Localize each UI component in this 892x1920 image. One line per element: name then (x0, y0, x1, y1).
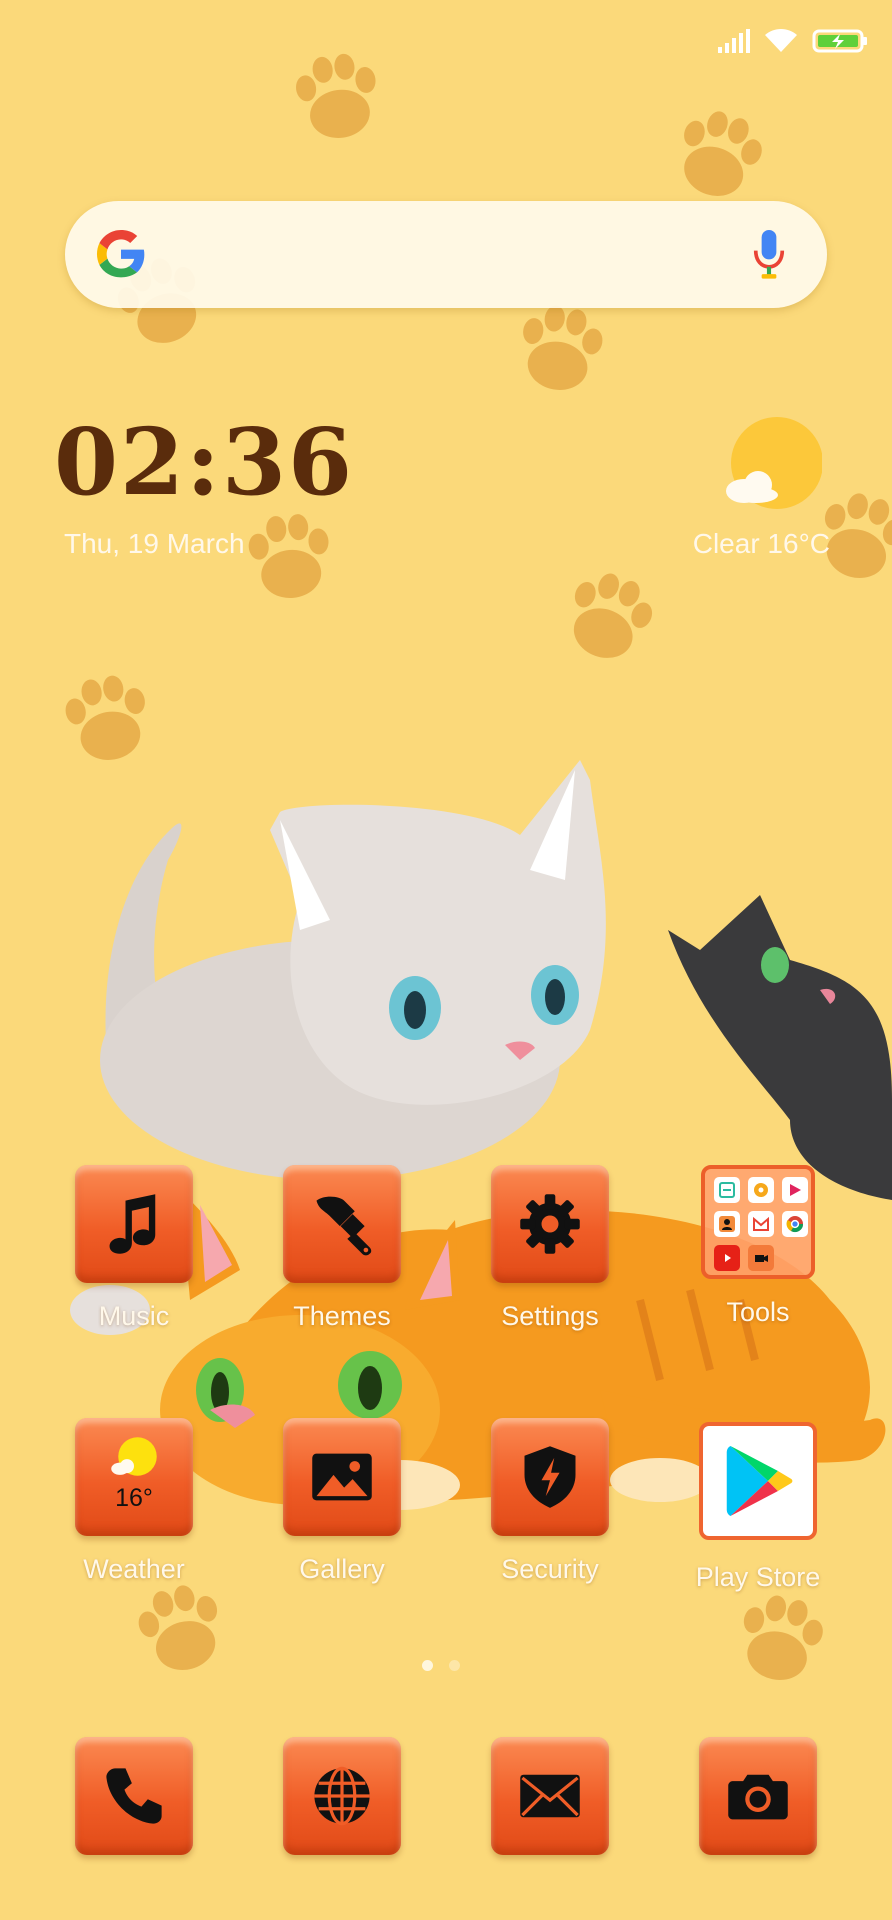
app-play-store[interactable]: Play Store (683, 1418, 833, 1593)
app-label: Themes (293, 1301, 391, 1331)
globe-icon (283, 1737, 401, 1855)
gmail-mini-icon (748, 1211, 774, 1237)
wifi-icon (765, 29, 797, 52)
dock-phone[interactable] (59, 1737, 209, 1855)
clock-date[interactable]: Thu, 19 March (64, 528, 245, 560)
app-label: Security (501, 1554, 599, 1584)
app-folder-tools[interactable]: Tools (683, 1165, 833, 1328)
app-label: Gallery (299, 1554, 385, 1584)
weather-icon: 16° (75, 1418, 193, 1536)
music-mini-icon (748, 1177, 774, 1203)
recorder-mini-icon (748, 1245, 774, 1271)
contacts-mini-icon (714, 1211, 740, 1237)
status-bar (718, 26, 868, 56)
dock-mail[interactable] (475, 1737, 625, 1855)
signal-bars-icon (718, 29, 750, 53)
app-themes[interactable]: Themes (267, 1165, 417, 1332)
dock-browser[interactable] (267, 1737, 417, 1855)
app-security[interactable]: Security (475, 1418, 625, 1585)
dock-camera[interactable] (683, 1737, 833, 1855)
app-label: Music (98, 1301, 170, 1331)
weather-summary[interactable]: Clear 16°C (693, 528, 830, 560)
sun-cloud-icon[interactable] (722, 415, 822, 515)
image-icon (283, 1418, 401, 1536)
page-dot-active[interactable] (422, 1660, 433, 1671)
folder-empty-slot (782, 1245, 808, 1271)
google-search-bar[interactable] (65, 201, 827, 308)
app-label: Weather (83, 1554, 185, 1584)
gear-icon (491, 1165, 609, 1283)
paint-brush-icon (283, 1165, 401, 1283)
mail-icon (491, 1737, 609, 1855)
page-dot[interactable] (449, 1660, 460, 1671)
youtube-mini-icon (714, 1245, 740, 1271)
app-weather[interactable]: 16° Weather (59, 1418, 209, 1585)
scanner-mini-icon (714, 1177, 740, 1203)
clock-time[interactable]: 02:36 (54, 412, 374, 512)
microphone-icon[interactable] (751, 227, 787, 283)
app-music[interactable]: Music (59, 1165, 209, 1332)
weather-badge: 16° (115, 1483, 153, 1512)
app-gallery[interactable]: Gallery (267, 1418, 417, 1585)
app-label: Tools (726, 1297, 790, 1327)
folder-icon (701, 1165, 815, 1279)
battery-charging-icon (812, 29, 867, 53)
phone-icon (75, 1737, 193, 1855)
play-store-icon (699, 1422, 817, 1540)
app-settings[interactable]: Settings (475, 1165, 625, 1332)
camera-icon (699, 1737, 817, 1855)
video-mini-icon (782, 1177, 808, 1203)
app-label: Settings (501, 1301, 599, 1331)
chrome-mini-icon (782, 1211, 808, 1237)
app-label: Play Store (695, 1562, 821, 1592)
music-note-icon (75, 1165, 193, 1283)
page-indicator[interactable] (422, 1660, 460, 1671)
google-g-icon (96, 229, 145, 278)
shield-bolt-icon (491, 1418, 609, 1536)
black-cat-illustration (668, 895, 892, 1200)
